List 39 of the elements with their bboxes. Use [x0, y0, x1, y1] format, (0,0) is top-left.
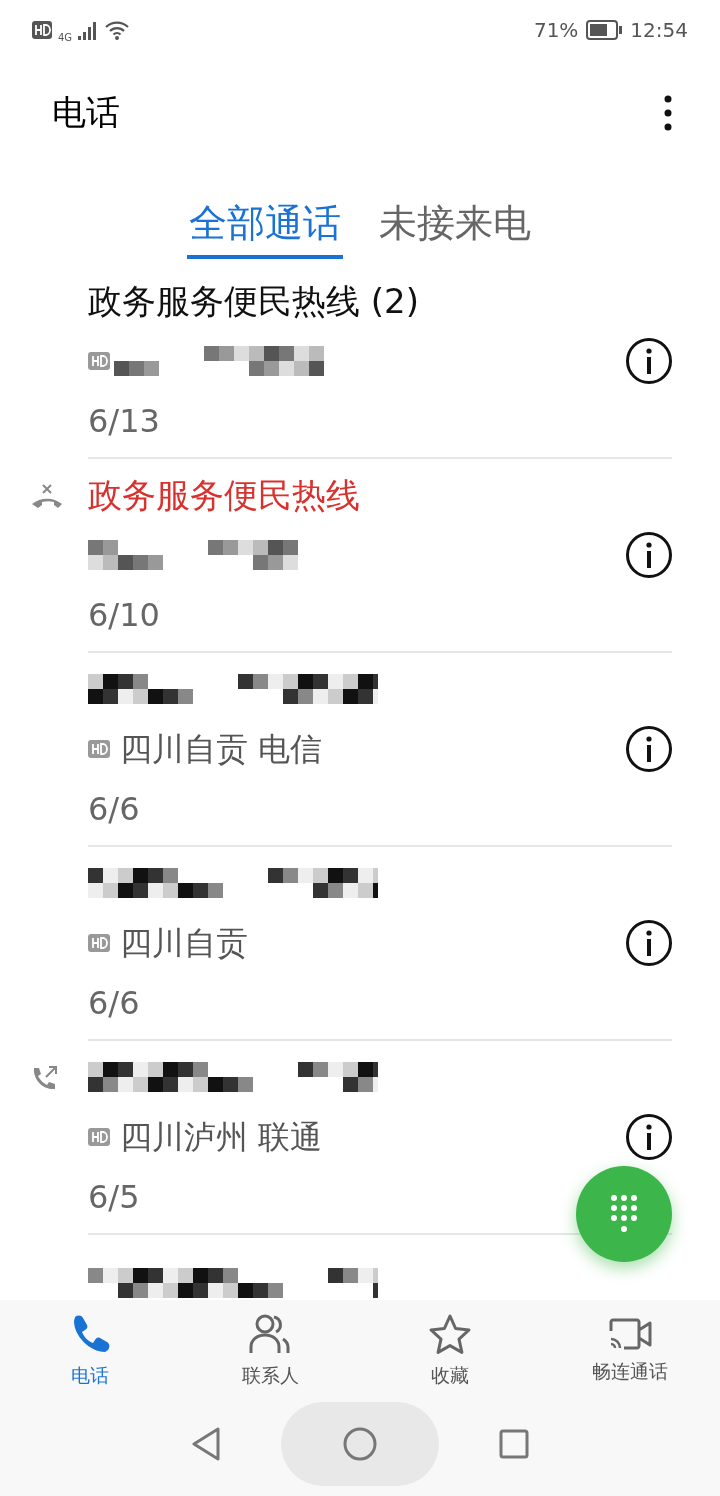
clock: 12:54	[630, 17, 688, 44]
network-label: 4G	[58, 30, 73, 45]
tab[interactable]: 未接来电	[377, 199, 533, 259]
caller-location: 四川自贡	[120, 923, 248, 964]
nav-tab[interactable]: 联系人	[180, 1312, 360, 1390]
call-date: 6/5	[88, 1177, 140, 1218]
info-icon[interactable]	[626, 726, 672, 772]
dialpad-icon	[609, 1194, 639, 1234]
info-icon[interactable]	[626, 338, 672, 384]
call-date: 6/13	[88, 401, 160, 442]
video-call-icon	[607, 1316, 653, 1351]
missed-call-icon	[30, 483, 64, 509]
dialpad-button[interactable]	[576, 1166, 672, 1262]
nav-tab[interactable]: 畅连通话	[540, 1316, 720, 1386]
call-date: 6/6	[88, 983, 140, 1024]
hd-icon	[32, 21, 52, 39]
star-icon	[428, 1312, 472, 1355]
tab[interactable]: 全部通话	[187, 199, 343, 259]
info-icon[interactable]	[626, 920, 672, 966]
contact-name: 政务服务便民热线 (2)	[88, 279, 419, 323]
contacts-icon	[248, 1312, 292, 1355]
nav-tab[interactable]: 收藏	[360, 1312, 540, 1390]
call-date: 6/6	[88, 789, 140, 830]
info-icon[interactable]	[626, 1114, 672, 1160]
recents-icon[interactable]	[499, 1429, 529, 1459]
info-icon[interactable]	[626, 532, 672, 578]
signal-icon	[78, 20, 99, 40]
contact-name: 政务服务便民热线	[88, 473, 360, 517]
call-date: 6/10	[88, 595, 160, 636]
battery-percent: 71%	[533, 17, 579, 44]
wifi-icon	[104, 19, 131, 41]
caller-location: 四川自贡 电信	[120, 729, 323, 770]
nav-tab[interactable]: 电话	[0, 1312, 180, 1390]
battery-icon	[586, 20, 623, 40]
app-title: 电话	[52, 91, 120, 134]
caller-location: 四川泸州 联通	[120, 1117, 323, 1158]
back-icon[interactable]	[191, 1427, 221, 1461]
more-menu-icon[interactable]	[664, 94, 672, 131]
home-icon	[343, 1427, 377, 1461]
